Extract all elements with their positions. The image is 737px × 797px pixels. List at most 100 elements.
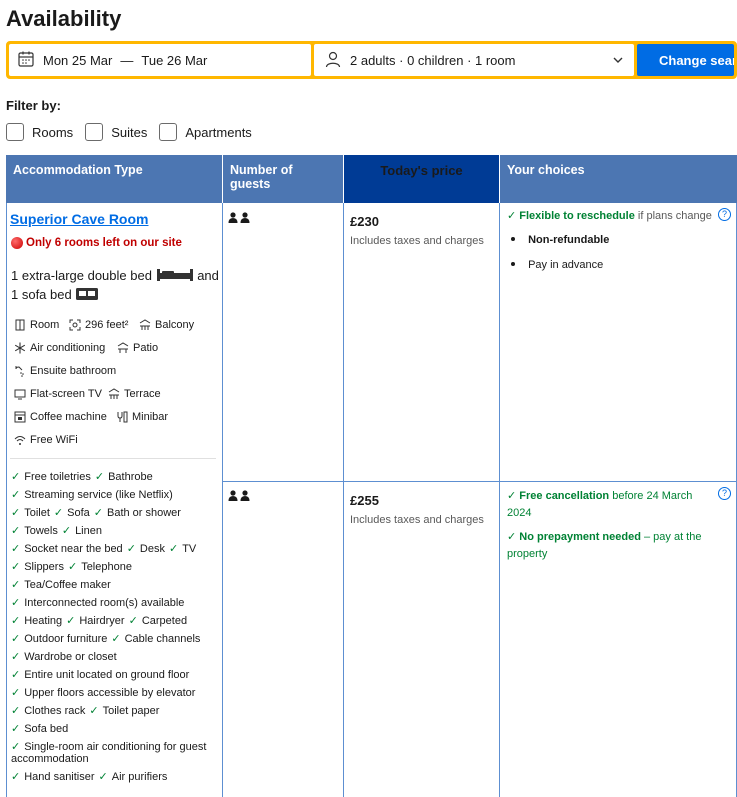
filter-options: Rooms Suites Apartments [6,123,264,141]
facility-coffee-machine: Coffee machine [14,411,107,423]
help-icon[interactable]: ? [718,487,731,500]
shower-icon [15,366,24,377]
choice-pay-in-advance: Pay in advance [511,257,603,274]
chevron-down-icon [612,54,624,69]
coffee-machine-icon [14,411,26,423]
check-icon: ✓ [98,771,108,783]
check-icon: ✓ [11,741,21,753]
size-icon [69,319,81,331]
check-icon: ✓ [126,543,136,555]
filter-apartments[interactable]: Apartments [159,123,252,141]
header-number-of-guests: Number of guests [223,155,343,203]
choice-flexible-reschedule: ✓ Flexible to reschedule if plans change [507,210,712,222]
amenity-row: ✓ Upper floors accessible by elevator [11,684,219,702]
amenity-row: ✓ Sofa bed [11,720,219,738]
room-name-link[interactable]: Superior Cave Room [10,211,148,227]
row-divider [222,481,737,482]
amenity-item: Desk [139,543,165,555]
price-note-option-1: Includes taxes and charges [350,235,484,247]
filter-suites[interactable]: Suites [85,123,147,141]
grid-line [499,203,500,797]
check-icon: ✓ [11,615,21,627]
amenity-row: ✓ Wardrobe or closet [11,648,219,666]
amenity-item: Sofa [67,507,90,519]
bullet-icon [511,262,515,266]
minibar-icon [117,411,128,423]
check-icon: ✓ [11,669,21,681]
amenity-item: Upper floors accessible by elevator [24,687,196,699]
check-icon: ✓ [11,471,21,483]
check-icon: ✓ [11,723,21,735]
grid-line [343,203,344,797]
check-icon: ✓ [61,525,72,537]
amenity-item: Toilet [24,507,50,519]
check-icon: ✓ [66,615,76,627]
rooms-checkbox[interactable] [6,123,24,141]
bed-1-text: 1 extra-large double bed [11,268,152,283]
bed-info: 1 extra-large double bed and 1 sofa bed [11,267,221,305]
check-icon: ✓ [507,531,517,543]
amenity-item: Toilet paper [102,705,160,717]
check-icon: ✓ [11,633,21,645]
header-your-choices: Your choices [500,155,737,203]
check-icon: ✓ [11,579,21,591]
check-icon: ✓ [111,633,121,645]
amenity-item: Interconnected room(s) available [24,597,185,609]
person-icon [324,50,342,71]
amenity-row: ✓ Free toiletries ✓ Bathrobe [11,468,219,486]
suites-checkbox[interactable] [85,123,104,141]
grid-line [222,203,223,797]
date-picker[interactable]: Mon 25 Mar — Tue 26 Mar [9,44,311,76]
amenity-item: Clothes rack [24,705,86,717]
filter-rooms[interactable]: Rooms [6,123,73,141]
amenity-item: Hairdryer [79,615,125,627]
amenity-item: Telephone [81,561,132,573]
facility-flat-screen-tv: Flat-screen TV [14,388,102,400]
facility-balcony: Balcony [139,319,194,331]
door-icon [15,319,25,331]
guests-selector[interactable]: 2 adults · 0 children · 1 room [314,44,634,76]
wifi-icon [14,436,26,445]
price-note-option-2: Includes taxes and charges [350,514,484,526]
amenity-item: Outdoor furniture [24,633,108,645]
amenity-item: Slippers [24,561,64,573]
filter-rooms-label: Rooms [32,124,74,140]
amenity-row: ✓ Towels ✓ Linen [11,522,219,540]
check-icon: ✓ [11,543,21,555]
facility-room: Room [14,319,59,331]
filter-suites-label: Suites [111,124,148,140]
choice-no-prepayment: ✓ No prepayment needed – pay at the prop… [507,531,702,560]
amenity-item: Heating [24,615,63,627]
amenity-item: Linen [75,525,102,537]
amenity-row: ✓ Heating ✓ Hairdryer ✓ Carpeted [11,612,219,630]
check-icon: ✓ [93,507,103,519]
grid-line [6,203,7,797]
amenity-row: ✓ Slippers ✓ Telephone [11,558,219,576]
check-icon: ✓ [11,507,21,519]
apartments-checkbox[interactable] [159,123,178,141]
change-search-button[interactable]: Change search [637,44,734,76]
check-icon: ✓ [89,705,99,717]
amenity-item: Hand sanitiser [24,771,95,783]
amenity-item: TV [182,543,197,555]
facility-ensuite-bathroom: Ensuite bathroom [14,365,116,377]
check-icon: ✓ [11,687,21,699]
check-icon: ✓ [128,615,138,627]
check-out-date: Tue 26 Mar [141,52,208,68]
amenity-item: Single-room air conditioning for guest a… [11,741,207,765]
check-icon: ✓ [11,705,21,717]
check-in-date: Mon 25 Mar [43,52,113,68]
guests-text: 2 adults · 0 children · 1 room [350,52,516,68]
amenity-item: Socket near the bed [24,543,123,555]
check-icon: ✓ [67,561,78,573]
amenity-item: Bathrobe [108,471,153,483]
amenity-row: ✓ Single-room air conditioning for guest … [11,738,219,768]
availability-table: Accommodation Type Number of guests Toda… [6,155,737,797]
amenity-item: Tea/Coffee maker [24,579,111,591]
sofa-bed-icon [75,287,99,305]
check-icon: ✓ [11,651,21,663]
amenity-row: ✓ Tea/Coffee maker [11,576,219,594]
amenity-row: ✓ Interconnected room(s) available [11,594,219,612]
help-icon[interactable]: ? [718,208,731,221]
check-icon: ✓ [11,525,21,537]
